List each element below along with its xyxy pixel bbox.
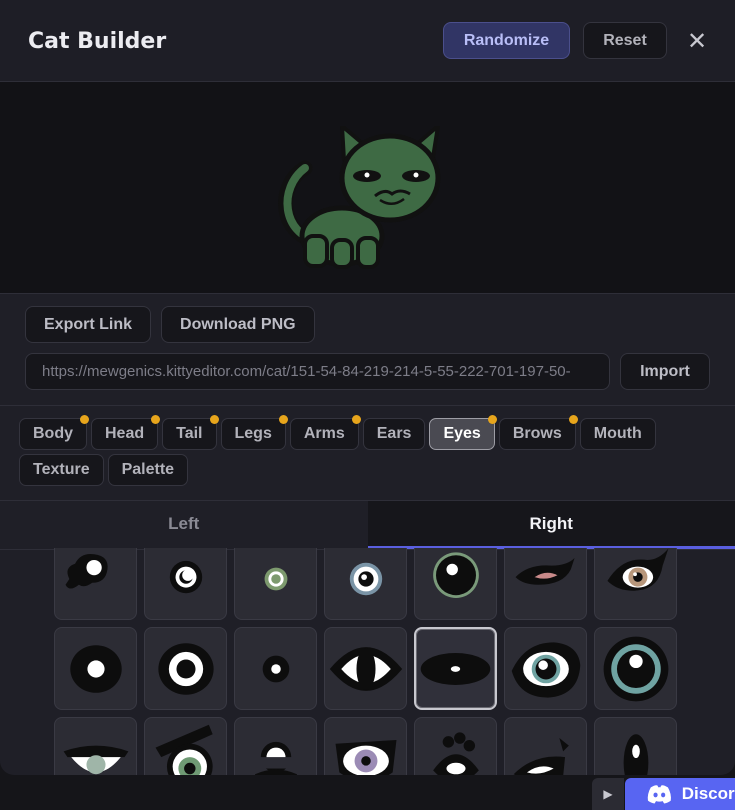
discord-widget: ▶ Discord [592, 778, 735, 810]
teal-oval-eye-icon [511, 641, 580, 698]
cat-url-field[interactable]: https://mewgenics.kittyeditor.com/cat/15… [25, 353, 610, 390]
category-chip-label: Head [105, 425, 145, 442]
eye-options-grid [54, 548, 677, 775]
ring-eye-icon [157, 642, 214, 695]
category-chip-brows[interactable]: Brows [498, 415, 578, 450]
category-chip-label: Brows [512, 425, 562, 442]
eye-option[interactable] [144, 548, 227, 620]
category-chip-label: Tail [176, 425, 203, 442]
small-green-ring-eye-icon [264, 567, 287, 590]
eye-option[interactable] [324, 717, 407, 775]
eye-option[interactable] [234, 627, 317, 710]
eye-option[interactable] [594, 717, 677, 775]
large-green-ring-eye-icon [432, 551, 479, 598]
eye-option[interactable] [234, 548, 317, 620]
eye-option[interactable] [594, 627, 677, 710]
cat-builder-panel: Cat Builder Randomize Reset ✕ Export Lin… [0, 0, 735, 775]
category-chip-label: Arms [303, 425, 345, 442]
blue-ring-eye-icon [349, 562, 382, 595]
play-icon[interactable]: ▶ [592, 778, 624, 810]
eye-option[interactable] [594, 548, 677, 620]
close-icon[interactable]: ✕ [687, 27, 707, 55]
round-eye-icon [169, 560, 202, 593]
category-chip-mouth[interactable]: Mouth [579, 418, 656, 450]
squint-eye-icon [513, 737, 569, 775]
eye-option[interactable] [144, 627, 227, 710]
modified-dot-icon [278, 415, 288, 424]
modified-dot-icon [568, 415, 578, 424]
almond-eye-icon [329, 646, 402, 691]
category-chips: Body Head Tail Legs Arms Ears Eyes Brows Mouth Te… [0, 406, 735, 501]
category-chip-tail[interactable]: Tail [162, 415, 219, 450]
eye-option[interactable] [324, 548, 407, 620]
modified-dot-icon [151, 415, 161, 424]
half-moon-eye-icon [254, 741, 297, 775]
eye-option[interactable] [234, 717, 317, 775]
tab-left[interactable]: Left [0, 501, 368, 549]
eye-option[interactable] [54, 627, 137, 710]
category-chip-label: Texture [33, 461, 90, 478]
eye-option[interactable] [414, 548, 497, 620]
cat-preview-image [278, 126, 441, 269]
category-chip-body[interactable]: Body [19, 415, 89, 450]
eye-option[interactable] [54, 717, 137, 775]
category-chip-palette[interactable]: Palette [107, 454, 189, 486]
header: Cat Builder Randomize Reset ✕ [0, 0, 735, 82]
blob-eye-icon [65, 553, 108, 589]
category-chip-texture[interactable]: Texture [19, 454, 104, 486]
purple-iris-eye-icon [335, 739, 396, 775]
actions: Export Link Download PNG https://mewgeni… [0, 294, 735, 406]
modified-dot-icon [487, 415, 497, 424]
eye-option[interactable] [504, 548, 587, 620]
eye-options-area [0, 548, 735, 775]
slit-pink-eye-icon [515, 557, 575, 585]
discord-icon [647, 785, 671, 804]
tan-iris-eye-icon [606, 548, 668, 591]
import-button[interactable]: Import [620, 353, 710, 390]
category-chip-head[interactable]: Head [91, 415, 161, 450]
modified-dot-icon [80, 415, 89, 424]
cat-preview [0, 82, 735, 294]
discord-label: Discord [681, 784, 735, 803]
download-png-button[interactable]: Download PNG [161, 306, 315, 343]
category-chip-label: Body [33, 425, 73, 442]
page-title: Cat Builder [28, 29, 167, 54]
tall-eye-icon [623, 733, 648, 775]
category-chip-legs[interactable]: Legs [220, 415, 288, 450]
category-chip-arms[interactable]: Arms [289, 415, 361, 450]
randomize-button[interactable]: Randomize [443, 22, 570, 59]
category-chip-label: Ears [376, 425, 412, 442]
discord-button[interactable]: Discord [625, 778, 735, 810]
eye-option[interactable] [144, 717, 227, 775]
lashes-eye-icon [432, 731, 479, 775]
category-chip-eyes[interactable]: Eyes [429, 415, 497, 450]
eye-option[interactable] [324, 627, 407, 710]
bold-dot-eye-icon [69, 644, 122, 693]
tab-right[interactable]: Right [367, 501, 735, 549]
export-link-button[interactable]: Export Link [25, 306, 152, 343]
eye-option[interactable] [414, 627, 497, 710]
tiny-dot-eye-icon [262, 655, 289, 682]
category-chip-label: Mouth [593, 425, 642, 442]
category-chip-ears[interactable]: Ears [362, 418, 426, 450]
oval-eye-icon [420, 652, 491, 685]
sleepy-eye-icon [63, 745, 128, 774]
eye-option[interactable] [414, 717, 497, 775]
reset-button[interactable]: Reset [583, 22, 667, 59]
eye-option[interactable] [54, 548, 137, 620]
teal-round-eye-icon [603, 636, 668, 701]
category-chip-label: Legs [234, 425, 272, 442]
modified-dot-icon [351, 415, 361, 424]
side-tabs: Left Right [0, 501, 735, 550]
angry-green-eye-icon [155, 724, 213, 775]
eye-option[interactable] [504, 717, 587, 775]
category-chip-label: Eyes [443, 425, 481, 442]
eye-option[interactable] [504, 627, 587, 710]
modified-dot-icon [209, 415, 219, 424]
category-chip-label: Palette [121, 461, 175, 478]
